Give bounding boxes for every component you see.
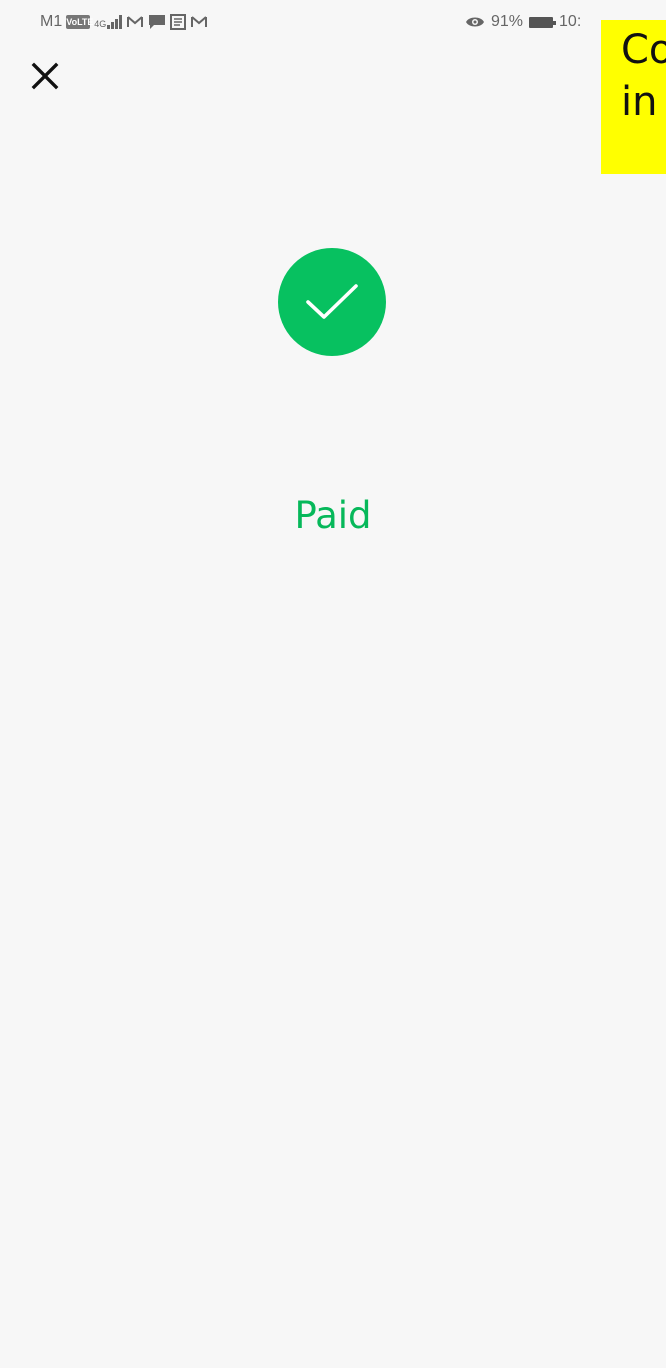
checkmark-icon bbox=[306, 284, 358, 319]
highlight-overlay: Co in bbox=[601, 20, 666, 174]
status-bar: M1 VoLTE 4G 91% 10: bbox=[0, 0, 666, 44]
status-bar-left: M1 VoLTE 4G bbox=[40, 12, 208, 32]
battery-percent: 91% bbox=[491, 13, 524, 30]
eye-icon bbox=[466, 17, 484, 27]
network-type: 4G bbox=[94, 19, 107, 29]
message-icon bbox=[170, 14, 187, 30]
network-indicator: 4G bbox=[94, 15, 123, 29]
payment-success-icon bbox=[278, 248, 386, 356]
signal-icon bbox=[107, 15, 123, 29]
battery-icon bbox=[529, 16, 557, 28]
payment-status-title: Paid bbox=[294, 494, 372, 537]
close-icon[interactable] bbox=[27, 58, 63, 94]
chat-icon bbox=[149, 15, 166, 29]
overlay-line-2: in bbox=[621, 79, 658, 125]
gmail-icon bbox=[127, 16, 144, 27]
status-bar-right: 91% 10: bbox=[465, 12, 581, 32]
overlay-line-1: Co bbox=[621, 27, 666, 73]
volte-badge: VoLTE bbox=[66, 15, 94, 29]
clock: 10: bbox=[559, 13, 582, 30]
close-button[interactable] bbox=[27, 58, 63, 94]
carrier-label: M1 bbox=[40, 13, 63, 30]
gmail-icon bbox=[191, 16, 208, 27]
